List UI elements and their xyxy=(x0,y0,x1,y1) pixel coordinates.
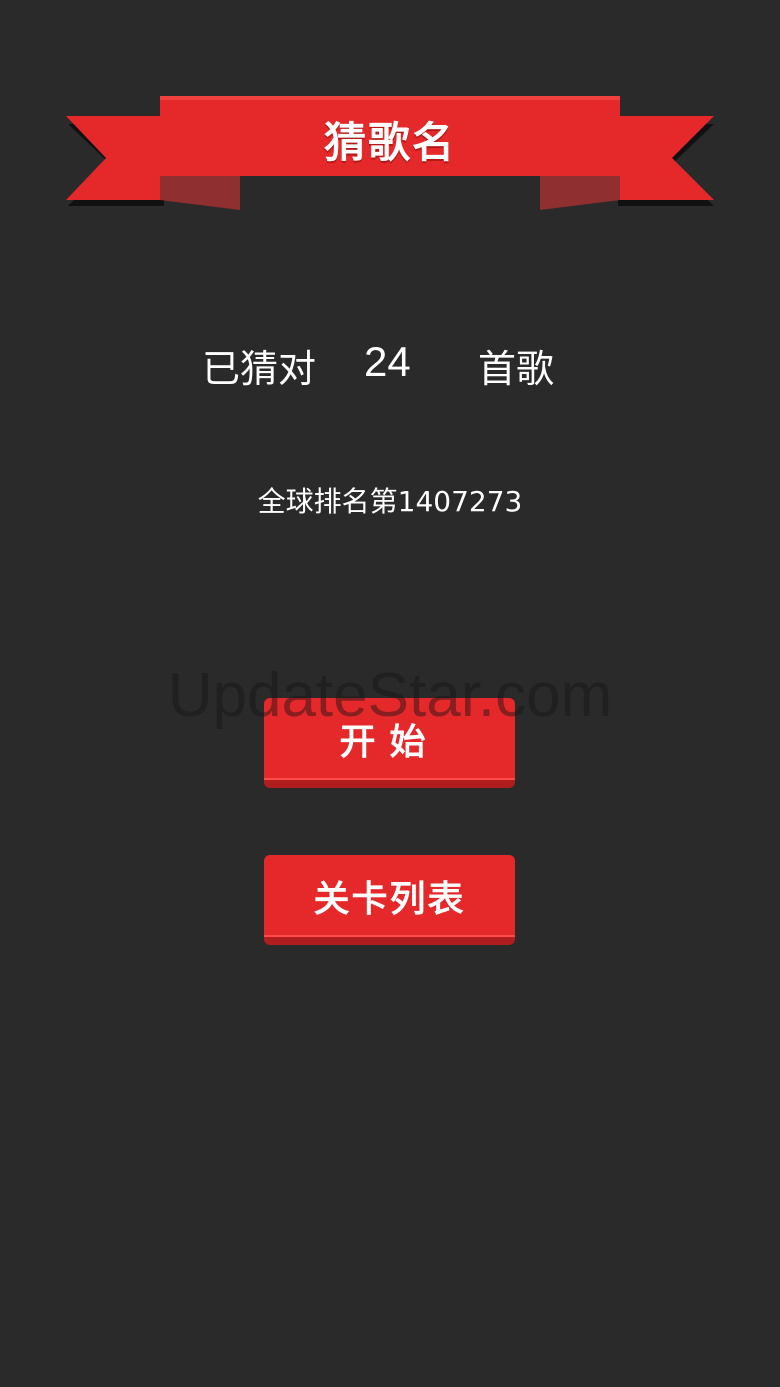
score-summary: 已猜对 24 首歌 xyxy=(0,332,780,392)
global-rank: 全球排名第1407273 xyxy=(257,485,523,518)
score-count: 24 xyxy=(364,338,411,385)
app-title: 猜歌名 xyxy=(323,117,456,167)
score-suffix-label: 首歌 xyxy=(478,347,555,391)
score-prefix-label: 已猜对 xyxy=(202,347,317,391)
title-banner: 猜歌名 xyxy=(60,90,720,220)
level-list-button[interactable]: 关卡列表 xyxy=(264,855,515,945)
start-button[interactable]: 开始 xyxy=(264,698,515,788)
